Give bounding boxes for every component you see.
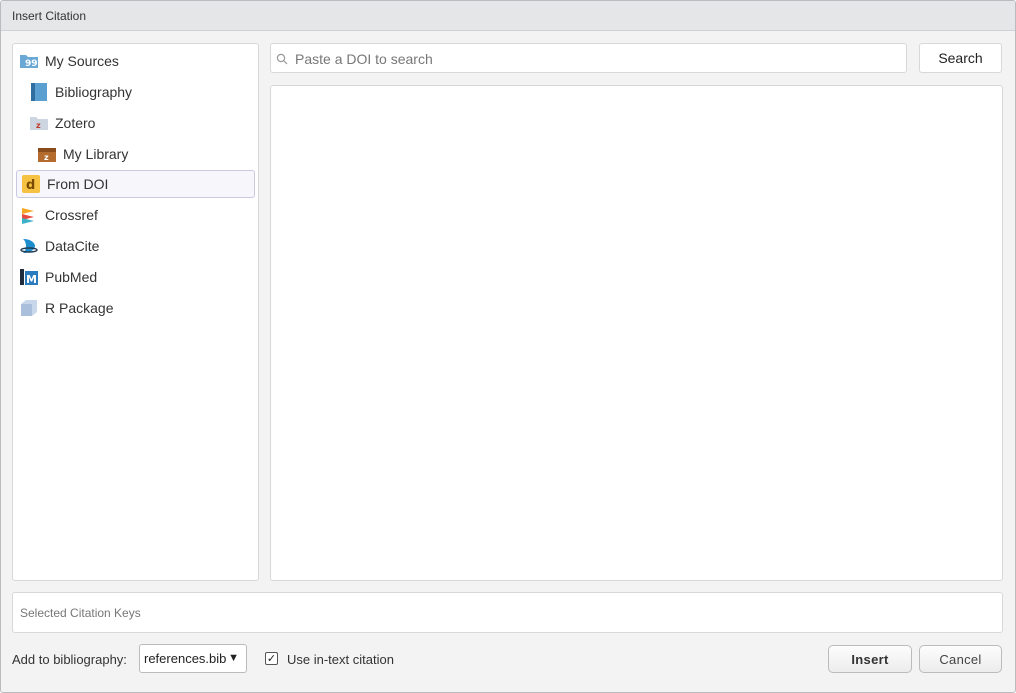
- sidebar-item-pubmed[interactable]: M PubMed: [19, 263, 97, 291]
- crossref-icon: [19, 205, 39, 225]
- dialog-title: Insert Citation: [12, 9, 87, 23]
- citation-keys-placeholder: Selected Citation Keys: [20, 606, 141, 620]
- sidebar-item-r-package[interactable]: R Package: [19, 294, 113, 322]
- sidebar-item-crossref[interactable]: Crossref: [19, 201, 98, 229]
- zotero-folder-icon: z: [29, 113, 49, 133]
- svg-text:M: M: [26, 273, 37, 286]
- check-mark-icon: ✓: [266, 653, 277, 665]
- in-text-citation-label: Use in-text citation: [287, 652, 394, 667]
- sidebar-item-zotero[interactable]: z Zotero: [29, 109, 95, 137]
- dropdown-arrow-icon: ▼: [228, 652, 239, 664]
- selected-citation-keys-field[interactable]: Selected Citation Keys: [12, 592, 1003, 633]
- quote-folder-icon: 99: [19, 51, 39, 71]
- doi-icon: d: [21, 174, 41, 194]
- sidebar-item-label: From DOI: [47, 176, 109, 192]
- bibliography-select[interactable]: references.bib ▼: [139, 644, 247, 673]
- datacite-icon: [19, 236, 39, 256]
- sidebar-item-bibliography[interactable]: Bibliography: [29, 78, 132, 106]
- sidebar-item-label: R Package: [45, 300, 114, 316]
- bibliography-label: Add to bibliography:: [12, 652, 127, 667]
- svg-text:z: z: [36, 121, 41, 130]
- sidebar-item-my-sources[interactable]: 99 My Sources: [19, 47, 119, 75]
- sidebar-item-label: My Library: [63, 146, 129, 162]
- in-text-citation-checkbox[interactable]: ✓: [265, 652, 278, 665]
- search-button[interactable]: Search: [919, 43, 1002, 73]
- bibliography-value: references.bib: [144, 651, 227, 666]
- svg-text:99: 99: [25, 59, 38, 69]
- pubmed-icon: M: [19, 267, 39, 287]
- source-sidebar: 99 My Sources Bibliography z Zotero z My…: [12, 43, 259, 581]
- sidebar-item-label: Zotero: [55, 115, 96, 131]
- zotero-library-icon: z: [37, 144, 57, 164]
- doi-search-field: [270, 43, 907, 73]
- sidebar-item-label: My Sources: [45, 53, 119, 69]
- book-icon: [29, 82, 49, 102]
- insert-button[interactable]: Insert: [828, 645, 912, 673]
- cancel-button[interactable]: Cancel: [919, 645, 1002, 673]
- doi-search-input[interactable]: [293, 48, 897, 70]
- svg-text:d: d: [26, 178, 35, 193]
- r-package-icon: [19, 298, 39, 318]
- insert-citation-dialog: Insert Citation 99 My Sources Bibliograp…: [0, 0, 1016, 693]
- sidebar-item-my-library[interactable]: z My Library: [37, 140, 128, 168]
- sidebar-item-label: PubMed: [45, 269, 98, 285]
- sidebar-item-label: Crossref: [45, 207, 98, 223]
- sidebar-item-label: DataCite: [45, 238, 100, 254]
- svg-text:z: z: [44, 153, 49, 162]
- search-icon: [276, 52, 288, 70]
- search-results-panel: [270, 85, 1003, 581]
- sidebar-item-from-doi[interactable]: d From DOI: [16, 170, 255, 198]
- title-bar: Insert Citation: [1, 1, 1015, 31]
- sidebar-item-label: Bibliography: [55, 84, 133, 100]
- sidebar-item-datacite[interactable]: DataCite: [19, 232, 99, 260]
